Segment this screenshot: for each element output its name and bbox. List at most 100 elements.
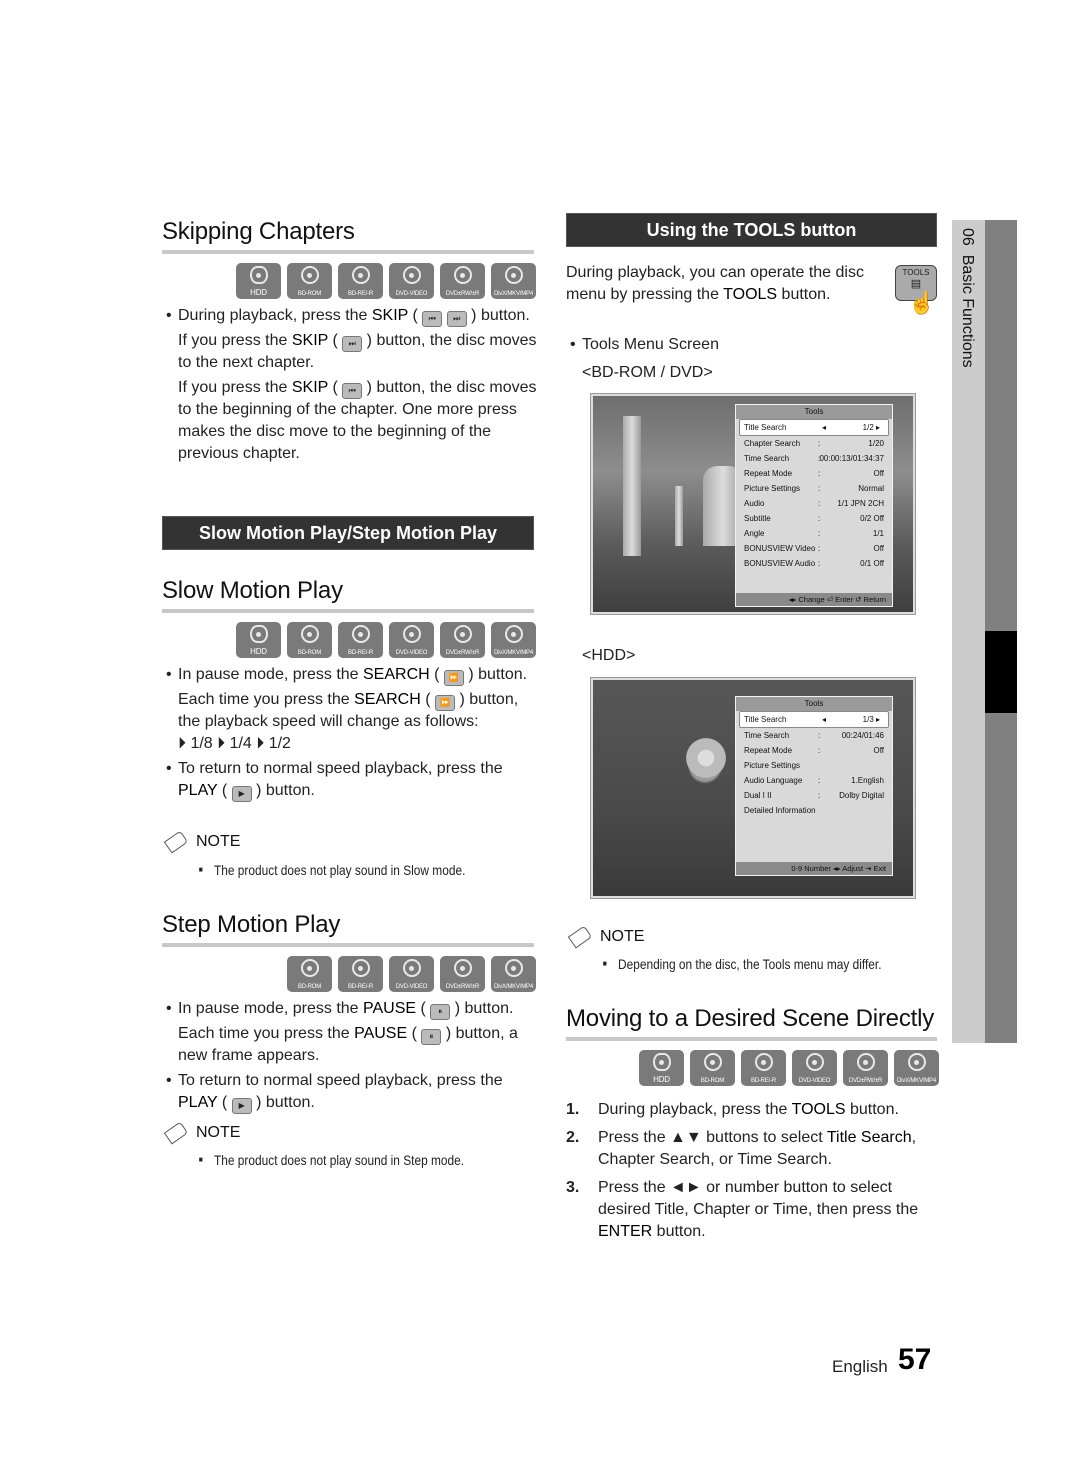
bullet-item: To return to normal speed playback, pres…	[166, 758, 538, 802]
bold-term: SKIP	[371, 307, 409, 324]
disc-type-icon: DVD±RW/±R	[843, 1050, 888, 1086]
step-item: 2. Press the ▲▼ buttons to select Title S…	[566, 1127, 938, 1171]
menu-row[interactable]: Time Search: 00:24/01:46	[736, 728, 892, 743]
hdd-icon	[249, 625, 268, 643]
disc-icon	[453, 625, 472, 643]
chapter-title: Basic Functions	[959, 254, 976, 368]
disc-type-icon: DVD-VIDEO	[389, 263, 434, 299]
bold-term: SKIP	[291, 332, 329, 349]
menu-row-separator: :	[818, 469, 821, 478]
menu-row-value: 00:24/01:46	[841, 731, 884, 740]
bold-term: SKIP	[291, 379, 329, 396]
hdd-label: <HDD>	[582, 647, 636, 664]
menu-row[interactable]: Audio: 1/1 JPN 2CH	[736, 496, 892, 511]
skipping-chapters-heading: Skipping Chapters	[162, 218, 355, 245]
disc-type-label: DivX/MKV/MP4	[494, 650, 533, 656]
step-text: During playback, press the TOOLS button.	[598, 1101, 899, 1118]
disc-icon	[351, 266, 370, 284]
menu-row-separator: :	[818, 544, 821, 553]
text: If you press the	[178, 332, 292, 349]
menu-row-value: 1/1	[872, 529, 884, 538]
note-heading: NOTE	[567, 925, 644, 949]
menu-row[interactable]: BONUSVIEW Audio: 0/1 Off	[736, 556, 892, 571]
disc-type-label: BD-RE/-R	[750, 1078, 777, 1084]
disc-type-label: DVD-VIDEO	[395, 650, 428, 656]
heading-rule	[162, 609, 534, 613]
skip-forward-icon: ⏭	[446, 311, 467, 327]
disc-icon	[402, 266, 421, 284]
disc-type-icon: BD-ROM	[287, 622, 332, 658]
minaret-image	[675, 486, 683, 546]
menu-row[interactable]: Time Search:00:00:13/01:34:37	[736, 451, 892, 466]
disc-type-label: DVD-VIDEO	[395, 291, 428, 297]
menu-row[interactable]: Dual I II: Dolby Digital	[736, 788, 892, 803]
menu-row-value: Off	[873, 544, 884, 553]
menu-row[interactable]: BONUSVIEW Video: Off	[736, 541, 892, 556]
menu-row[interactable]: Subtitle: 0/2 Off	[736, 511, 892, 526]
tools-icon: ▤	[910, 278, 922, 290]
disc-icons-skipping: HDD BD-ROM BD-RE/-R DVD-VIDEO DVD±RW/±R DivX/…	[236, 263, 536, 299]
menu-row[interactable]: Picture Settings	[736, 758, 892, 773]
tools-section-bar: Using the TOOLS button	[566, 213, 937, 247]
menu-row-separator: :	[818, 499, 821, 508]
menu-row[interactable]: Picture Settings: Normal	[736, 481, 892, 496]
menu-row-label: Dual I II	[744, 791, 772, 800]
text: In pause mode, press the	[178, 1000, 363, 1017]
menu-row[interactable]: Detailed Information	[736, 803, 892, 818]
note-item: The product does not play sound in Slow …	[199, 862, 466, 878]
menu-row[interactable]: Title Search ◂ 1/3 ▸	[739, 711, 889, 728]
disc-icon	[300, 959, 319, 977]
step-number: 2.	[566, 1129, 580, 1146]
pencil-icon	[567, 925, 593, 949]
menu-row[interactable]: Angle: 1/1	[736, 526, 892, 541]
disc-type-label: BD-RE/-R	[347, 291, 374, 297]
disc-type-label: DVD±RW/±R	[445, 650, 480, 656]
menu-row-separator: :	[818, 791, 821, 800]
search-forward-icon: ⏩	[443, 670, 464, 686]
menu-row[interactable]: Title Search ◂ 1/2 ▸	[739, 419, 889, 436]
hdd-tools-screen: Tools Title Search ◂ 1/3 ▸ Time Search: 00:2…	[591, 678, 915, 898]
note-label: NOTE	[196, 1124, 241, 1141]
disc-type-label: DivX/MKV/MP4	[494, 984, 533, 990]
menu-row-separator: :	[818, 514, 821, 523]
tools-key-label: TOOLS	[902, 268, 930, 277]
play-icon: ▶	[231, 1098, 252, 1114]
tools-intro: During playback, you can operate the dis…	[566, 262, 886, 306]
tools-menu-bd: Tools Title Search ◂ 1/2 ▸ Chapter Search: 1…	[735, 404, 893, 607]
disc-type-icon: HDD	[236, 622, 281, 658]
disc-type-label: DVD±RW/±R	[848, 1078, 883, 1084]
text: In pause mode, press the	[178, 666, 363, 683]
menu-row-separator: :	[818, 731, 821, 740]
disc-type-label: BD-ROM	[700, 1078, 725, 1084]
menu-row-separator: :	[818, 484, 821, 493]
search-forward-icon: ⏩	[435, 695, 455, 711]
skipping-instructions: During playback, press the SKIP ( ⏮ ⏭ ) …	[166, 305, 538, 465]
step-number: 1.	[566, 1101, 580, 1118]
disc-type-icon: BD-RE/-R	[741, 1050, 786, 1086]
disc-type-label: BD-ROM	[297, 291, 322, 297]
menu-row[interactable]: Repeat Mode: Off	[736, 466, 892, 481]
disc-type-icon: DVD-VIDEO	[792, 1050, 837, 1086]
menu-row[interactable]: Audio Language: 1.English	[736, 773, 892, 788]
menu-row[interactable]: Chapter Search: 1/20	[736, 436, 892, 451]
disc-icons-slow: HDD BD-ROM BD-RE/-R DVD-VIDEO DVD±RW/±R DivX/…	[236, 622, 536, 658]
menu-row-separator: :	[818, 559, 821, 568]
tools-menu-hdd: Tools Title Search ◂ 1/3 ▸ Time Search: 00:2…	[735, 696, 893, 876]
menu-row-label: Repeat Mode	[744, 469, 793, 478]
menu-row-label: BONUSVIEW Video	[744, 544, 816, 553]
disc-type-icon: HDD	[236, 263, 281, 299]
note-item: The product does not play sound in Step …	[199, 1152, 464, 1168]
note-item: Depending on the disc, the Tools menu ma…	[603, 956, 882, 972]
moving-steps: 1. During playback, press the TOOLS butto…	[566, 1099, 938, 1249]
menu-row-value: Normal	[858, 484, 884, 493]
speed-sequence: ⏵ 1/8 ⏵ 1/4 ⏵ 1/2	[178, 735, 291, 752]
menu-row-value: 1/2 ▸	[862, 423, 880, 432]
menu-row[interactable]: Repeat Mode: Off	[736, 743, 892, 758]
disc-icon	[754, 1053, 773, 1071]
menu-row-separator: :	[818, 776, 821, 785]
bullet-item: In pause mode, press the SEARCH ( ⏩ ) bu…	[166, 664, 538, 686]
menu-row-value: 0/1 Off	[860, 559, 884, 568]
disc-type-label: DVD-VIDEO	[798, 1078, 831, 1084]
disc-type-icon: DVD±RW/±R	[440, 263, 485, 299]
menu-row-value: 1/3 ▸	[862, 715, 880, 724]
